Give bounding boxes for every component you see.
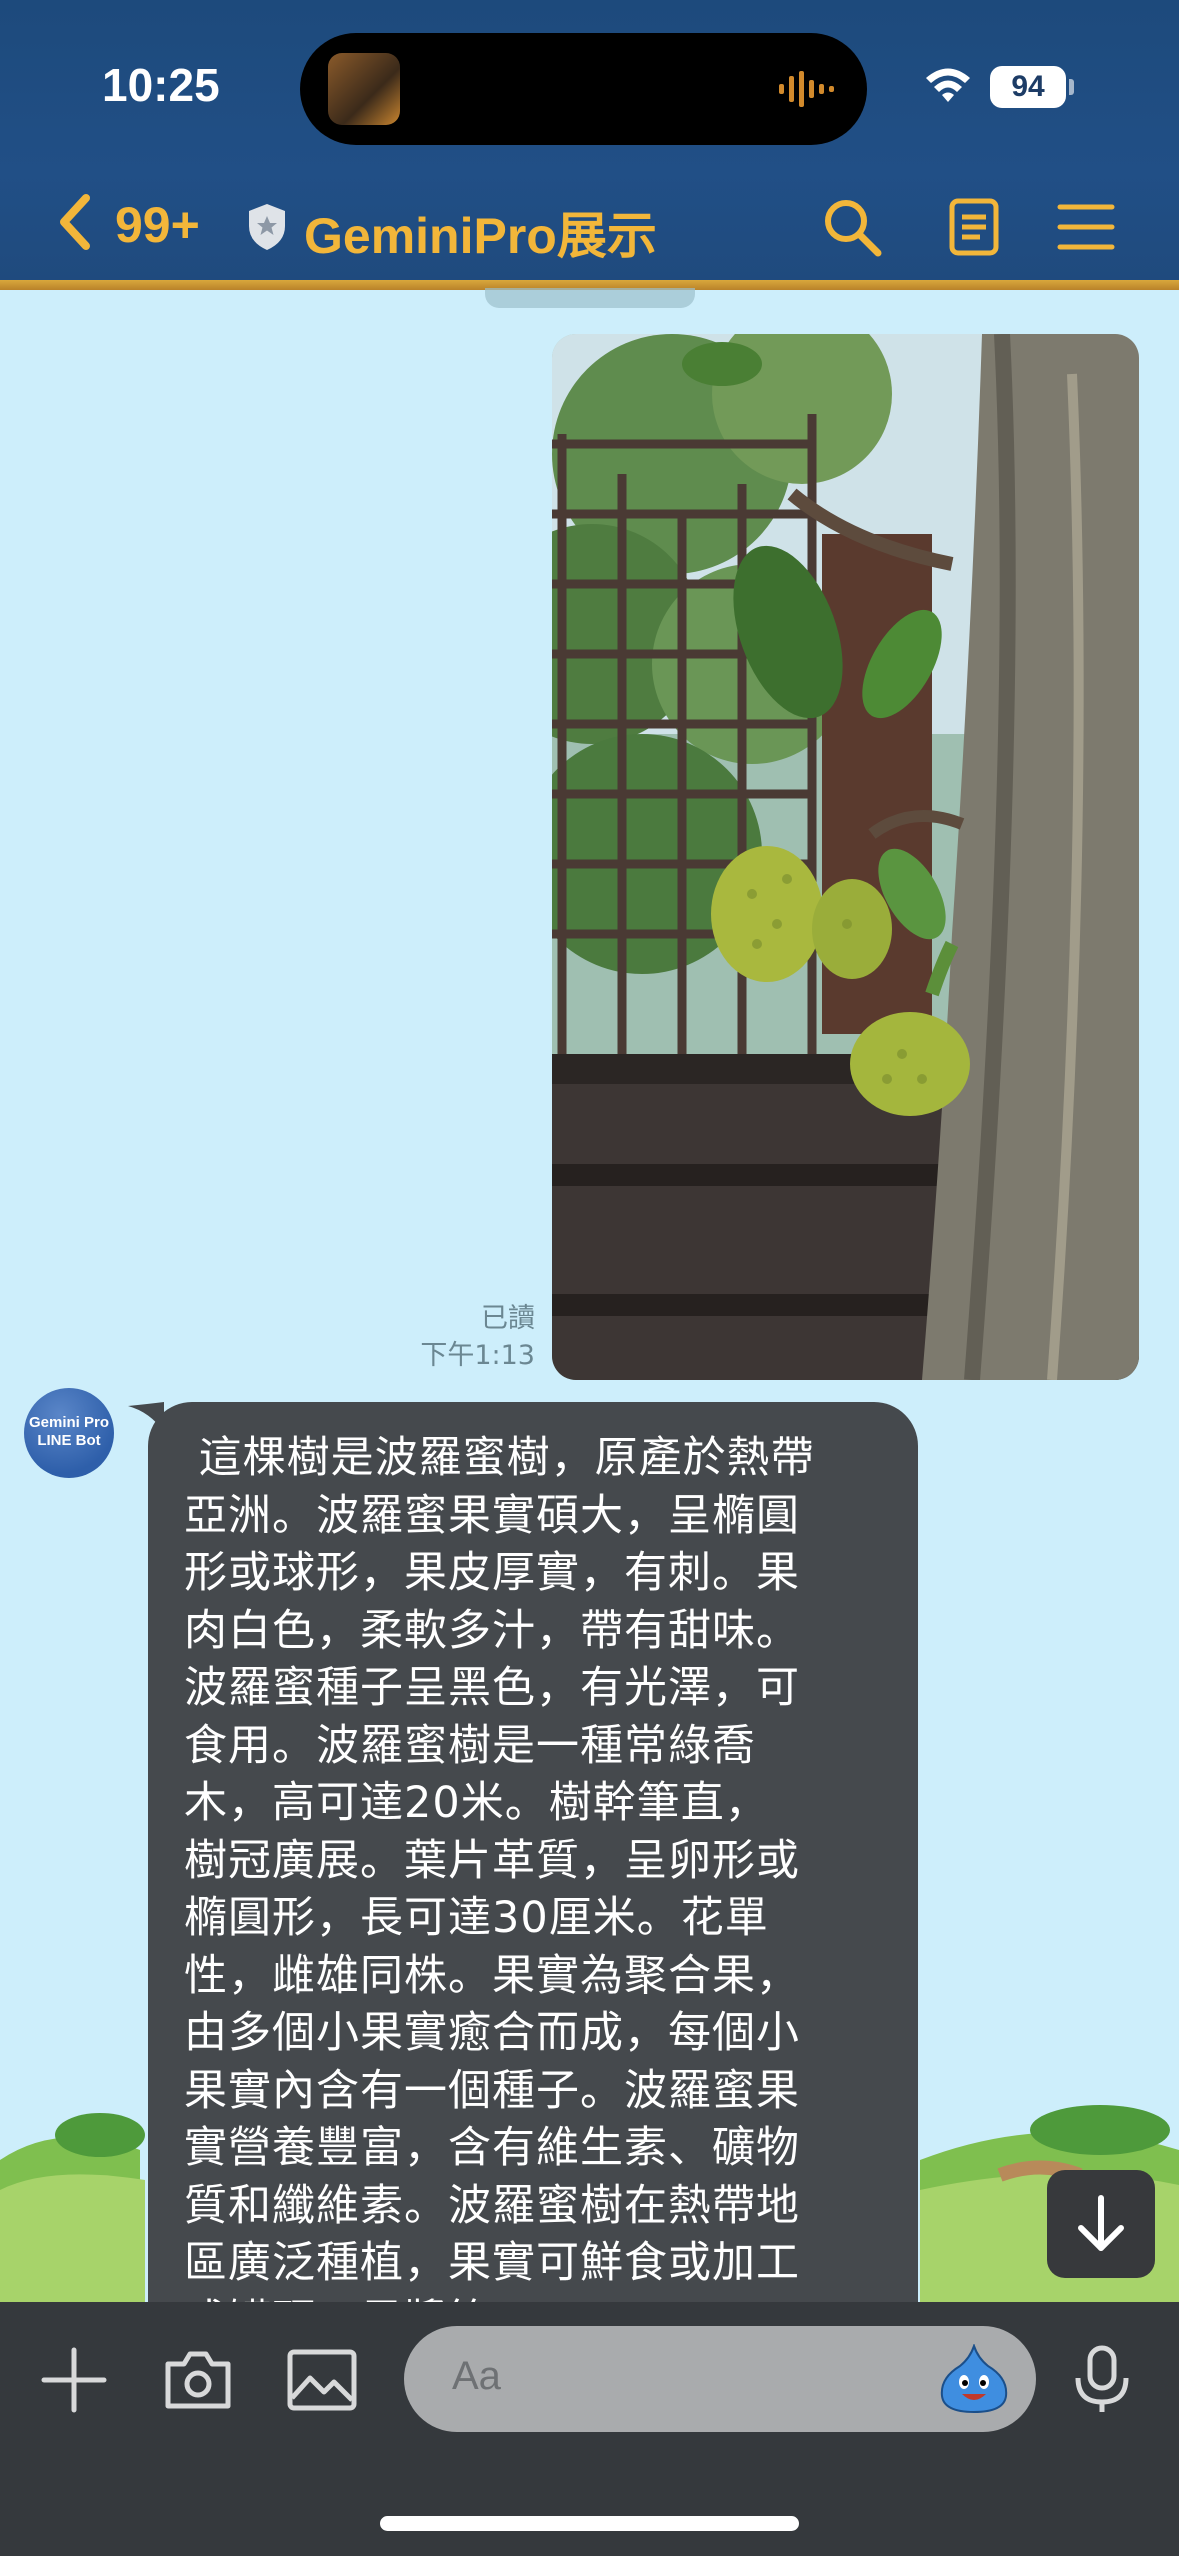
jackfruit-photo-illustration [552,334,1139,1380]
now-playing-thumbnail [328,53,400,125]
camera-icon[interactable] [162,2344,234,2416]
sent-timestamp: 下午1:13 [420,1340,535,1371]
wifi-icon [926,68,970,102]
home-indicator[interactable] [380,2516,799,2531]
arrow-down-icon [1078,2195,1124,2251]
bot-message-text: 這棵樹是波羅蜜樹，原產於熱帶 亞洲。波羅蜜果實碩大，呈橢圓 形或球形，果皮厚實，… [184,1433,815,2302]
bot-message-bubble[interactable]: 這棵樹是波羅蜜樹，原產於熱帶 亞洲。波羅蜜果實碩大，呈橢圓 形或球形，果皮厚實，… [148,1402,918,2302]
notes-icon[interactable] [942,195,1006,259]
unread-count[interactable]: 99+ [115,196,200,254]
plus-icon[interactable] [38,2344,110,2416]
chat-title[interactable]: GeminiPro展示 [304,196,657,268]
chat-header: 10:25 94 99+ GeminiPro展示 [0,0,1179,288]
message-input-placeholder: Aa [452,2354,501,2398]
dynamic-island[interactable] [300,33,867,145]
status-time: 10:25 [102,59,220,111]
battery-indicator: 94 [990,66,1066,108]
sent-photo[interactable] [552,334,1139,1380]
menu-icon[interactable] [1054,195,1118,259]
bot-avatar-line2: LINE Bot [37,1432,101,1449]
sticker-slime-icon[interactable] [938,2344,1010,2414]
read-status: 已讀 [481,1303,535,1334]
official-shield-icon [249,204,285,250]
search-icon[interactable] [820,195,884,259]
message-input[interactable]: Aa [404,2326,1036,2432]
bot-avatar[interactable]: Gemini Pro LINE Bot [24,1388,114,1478]
image-icon[interactable] [286,2344,358,2416]
audio-waveform-icon [779,71,834,107]
battery-tip [1069,79,1074,95]
scroll-to-bottom-button[interactable] [1047,2170,1155,2278]
back-chevron-icon[interactable] [56,192,96,252]
bot-avatar-line1: Gemini Pro [28,1414,110,1431]
microphone-icon[interactable] [1066,2344,1138,2416]
loading-pill [485,288,695,308]
